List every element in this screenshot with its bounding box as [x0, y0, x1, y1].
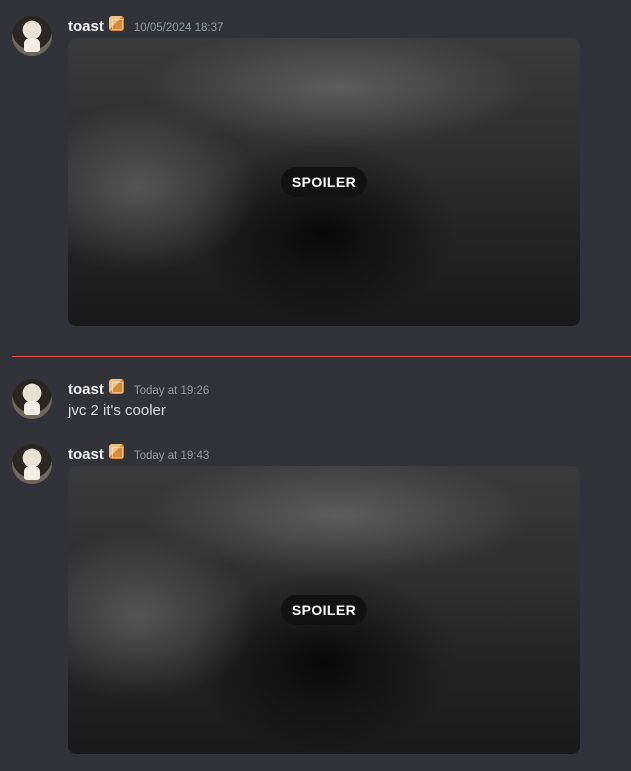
author-name[interactable]: toast	[68, 18, 104, 35]
message-header: toast Today at 19:26	[68, 379, 209, 398]
new-messages-divider	[12, 356, 631, 357]
avatar[interactable]	[12, 444, 52, 484]
avatar[interactable]	[12, 16, 52, 56]
message-timestamp[interactable]: Today at 19:26	[134, 385, 209, 397]
box-icon	[108, 444, 124, 459]
box-icon	[108, 379, 124, 394]
chat-message-list: toast 10/05/2024 18:37 SPOILER toast Tod…	[0, 0, 631, 771]
spoiler-button[interactable]: SPOILER	[280, 167, 368, 197]
message-timestamp[interactable]: Today at 19:43	[134, 450, 209, 462]
message-timestamp[interactable]: 10/05/2024 18:37	[134, 22, 224, 34]
avatar[interactable]	[12, 379, 52, 419]
message-header: toast 10/05/2024 18:37	[68, 16, 223, 35]
spoiler-image[interactable]: SPOILER	[68, 466, 580, 754]
author-name[interactable]: toast	[68, 446, 104, 463]
spoiler-image[interactable]: SPOILER	[68, 38, 580, 326]
message-header: toast Today at 19:43	[68, 444, 209, 463]
box-icon	[108, 16, 124, 31]
message-text: jvc 2 it's cooler	[68, 402, 166, 419]
author-name[interactable]: toast	[68, 381, 104, 398]
spoiler-button[interactable]: SPOILER	[280, 595, 368, 625]
